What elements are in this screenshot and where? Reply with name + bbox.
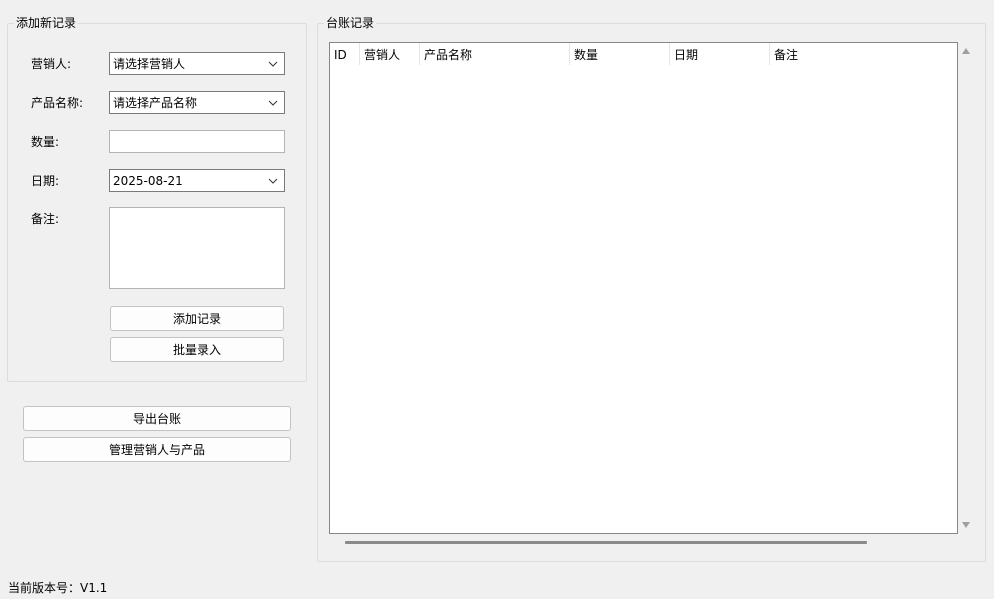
ledger-horizontal-scrollbar[interactable] (345, 541, 867, 544)
column-header-id[interactable]: ID (330, 43, 360, 65)
product-label: 产品名称: (31, 96, 84, 110)
quantity-label: 数量: (31, 135, 60, 149)
add-record-group-title: 添加新记录 (14, 15, 79, 31)
scroll-down-arrow-icon[interactable] (962, 522, 970, 528)
ledger-table-header: ID 营销人 产品名称 数量 日期 备注 (330, 43, 957, 65)
date-picker[interactable]: 2025-08-21 (109, 169, 285, 192)
column-header-date[interactable]: 日期 (670, 43, 770, 65)
version-label: 当前版本号：V1.1 (8, 581, 108, 595)
marketer-select-value: 请选择营销人 (113, 57, 186, 71)
note-label: 备注: (31, 212, 60, 226)
export-ledger-button[interactable]: 导出台账 (23, 406, 291, 431)
date-label: 日期: (31, 174, 60, 188)
column-header-marketer[interactable]: 营销人 (360, 43, 420, 65)
chevron-down-icon (268, 100, 278, 106)
batch-entry-button[interactable]: 批量录入 (110, 337, 284, 362)
marketer-select[interactable]: 请选择营销人 (109, 52, 285, 75)
product-select[interactable]: 请选择产品名称 (109, 91, 285, 114)
chevron-down-icon (268, 61, 278, 67)
quantity-input[interactable] (109, 130, 285, 153)
product-select-value: 请选择产品名称 (113, 96, 198, 110)
add-record-group: 添加新记录 营销人: 请选择营销人 产品名称: 请选择产品名称 数量: 日期: … (7, 15, 307, 382)
note-textarea[interactable] (109, 207, 285, 289)
marketer-label: 营销人: (31, 57, 72, 71)
column-header-product[interactable]: 产品名称 (420, 43, 570, 65)
manage-marketers-products-button[interactable]: 管理营销人与产品 (23, 437, 291, 462)
ledger-vertical-scrollbar[interactable] (958, 42, 975, 534)
date-picker-value: 2025-08-21 (113, 174, 183, 188)
scroll-up-arrow-icon[interactable] (962, 48, 970, 54)
ledger-table[interactable]: ID 营销人 产品名称 数量 日期 备注 (329, 42, 958, 534)
ledger-group-title: 台账记录 (324, 15, 377, 31)
column-header-quantity[interactable]: 数量 (570, 43, 670, 65)
app-window: 添加新记录 营销人: 请选择营销人 产品名称: 请选择产品名称 数量: 日期: … (0, 0, 994, 599)
chevron-down-icon (268, 178, 278, 184)
add-record-button[interactable]: 添加记录 (110, 306, 284, 331)
column-header-note[interactable]: 备注 (770, 43, 957, 65)
